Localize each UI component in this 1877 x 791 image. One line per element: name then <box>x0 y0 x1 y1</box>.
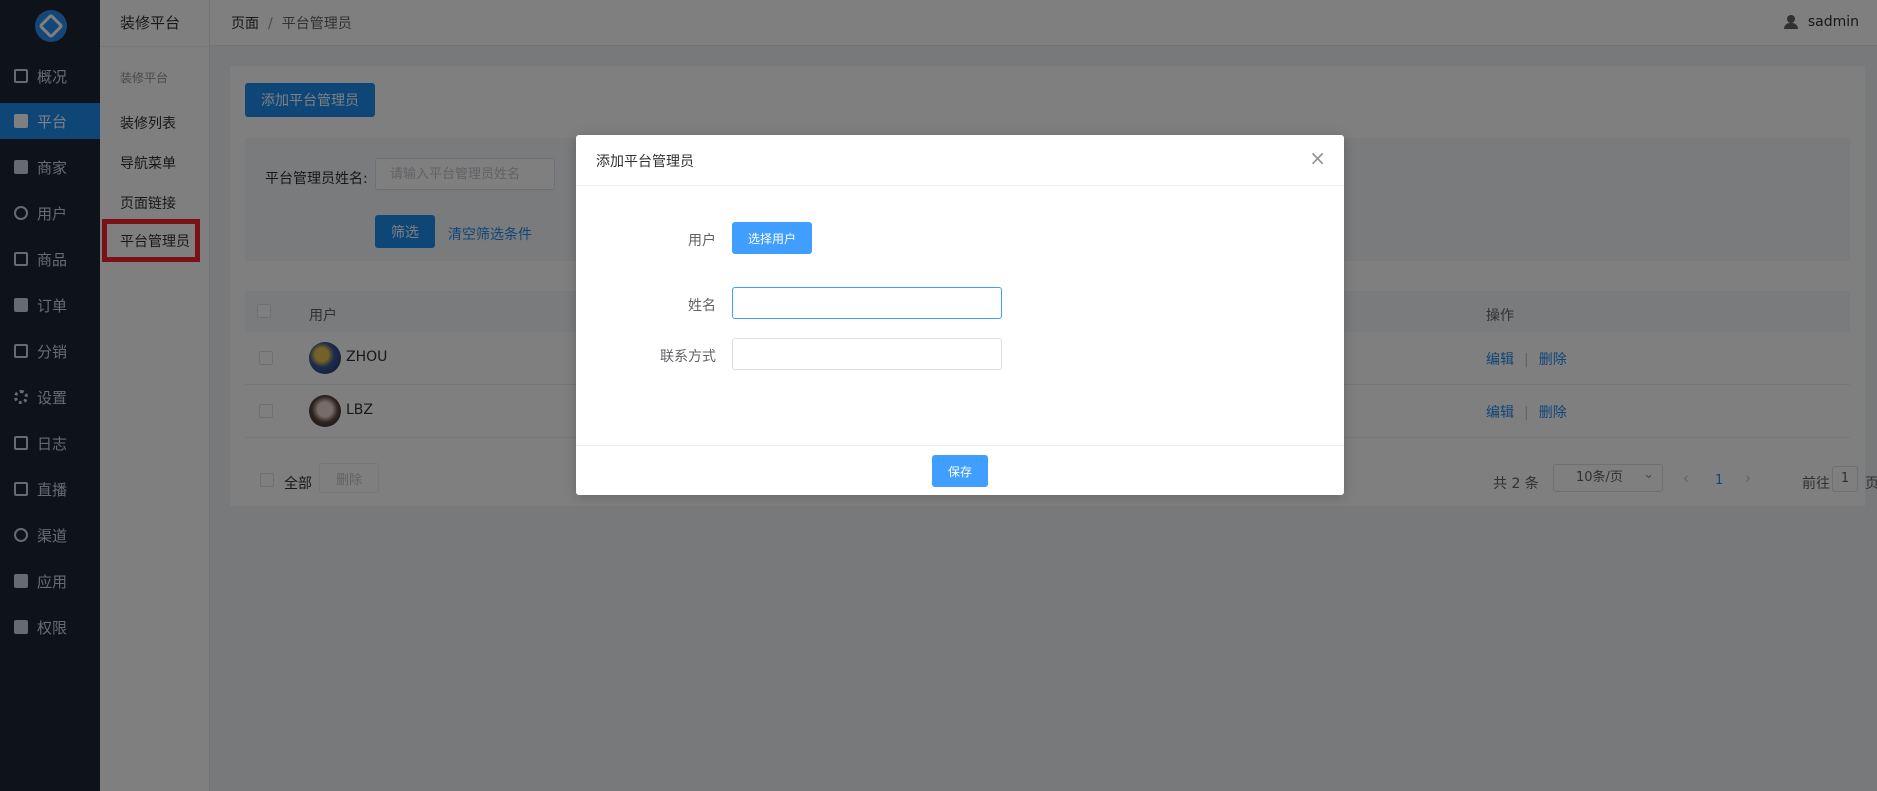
contact-field-label: 联系方式 <box>660 349 716 365</box>
add-admin-dialog: 添加平台管理员 × 用户 选择用户 姓名 联系方式 保存 <box>576 135 1344 495</box>
save-button[interactable]: 保存 <box>932 455 988 487</box>
contact-field[interactable] <box>732 338 1002 370</box>
dialog-title: 添加平台管理员 <box>596 154 694 170</box>
dialog-header: 添加平台管理员 × <box>576 135 1344 186</box>
name-field[interactable] <box>732 287 1002 319</box>
dialog-footer: 保存 <box>576 445 1344 495</box>
name-field-label: 姓名 <box>688 298 716 314</box>
close-icon[interactable]: × <box>1309 148 1326 168</box>
select-user-button[interactable]: 选择用户 <box>732 222 812 254</box>
user-field-label: 用户 <box>688 233 716 249</box>
